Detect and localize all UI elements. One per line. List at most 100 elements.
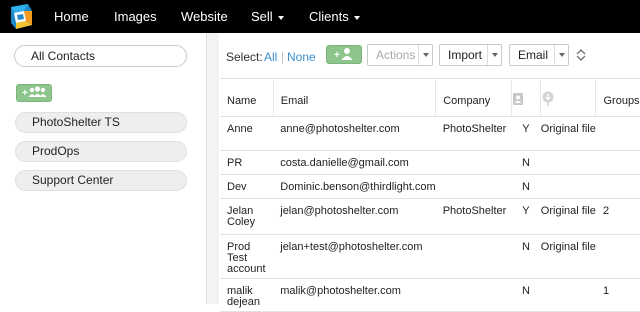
contact-file-type bbox=[540, 278, 596, 312]
contact-name: Dev bbox=[220, 174, 274, 199]
contact-card-icon bbox=[512, 93, 523, 106]
contact-file-type bbox=[540, 150, 596, 175]
contact-name: Anne bbox=[220, 116, 274, 151]
all-contacts-button[interactable]: All Contacts bbox=[14, 45, 187, 67]
table-row[interactable]: Jelan Coley jelan@photoshelter.com Photo… bbox=[220, 198, 640, 235]
contact-flag: Y bbox=[511, 116, 541, 151]
group-item-label: Support Center bbox=[32, 173, 114, 187]
contact-company: PhotoShelter bbox=[435, 116, 512, 151]
contact-file-type bbox=[540, 174, 596, 199]
contact-company bbox=[435, 278, 512, 312]
nav-website-label: Website bbox=[181, 9, 228, 24]
chevron-down-icon bbox=[487, 45, 501, 65]
contacts-toolbar: Select: All | None + Actions Import Emai… bbox=[220, 33, 640, 79]
add-group-icon: + bbox=[22, 86, 47, 99]
select-all-link[interactable]: All bbox=[264, 50, 277, 64]
column-header-groups[interactable]: Groups bbox=[595, 80, 640, 117]
contact-flag: N bbox=[511, 174, 541, 199]
actions-dropdown[interactable]: Actions bbox=[367, 44, 433, 66]
contact-company: PhotoShelter bbox=[435, 198, 512, 235]
nav-images-label: Images bbox=[114, 9, 157, 24]
contact-name: malik dejean bbox=[220, 278, 274, 312]
contacts-table: Name Email Company Groups Anne anne@phot… bbox=[220, 80, 640, 312]
group-item-support-center[interactable]: Support Center bbox=[15, 170, 187, 191]
nav-home-label: Home bbox=[54, 9, 89, 24]
contact-groups: 2 bbox=[595, 198, 640, 235]
contact-file-type: Original file bbox=[540, 116, 596, 151]
contact-flag: Y bbox=[511, 198, 541, 235]
contact-company bbox=[435, 174, 512, 199]
contact-groups bbox=[595, 174, 640, 199]
chevron-down-icon bbox=[353, 15, 360, 20]
table-row[interactable]: PR costa.danielle@gmail.com N bbox=[220, 150, 640, 175]
select-none-link[interactable]: None bbox=[287, 50, 316, 64]
nav-home[interactable]: Home bbox=[54, 9, 89, 24]
table-row[interactable]: Dev Dominic.benson@thirdlight.com N bbox=[220, 174, 640, 199]
photoshelter-logo[interactable] bbox=[8, 3, 34, 31]
sort-icon[interactable] bbox=[576, 48, 586, 62]
chevron-down-icon bbox=[554, 45, 568, 65]
add-contact-icon: + bbox=[334, 48, 353, 61]
email-label: Email bbox=[518, 48, 549, 62]
add-contact-button[interactable]: + bbox=[326, 45, 362, 64]
table-row[interactable]: Anne anne@photoshelter.com PhotoShelter … bbox=[220, 116, 640, 151]
contact-file-type: Original file bbox=[540, 234, 596, 279]
group-item-label: ProdOps bbox=[32, 144, 80, 158]
all-contacts-label: All Contacts bbox=[31, 49, 96, 63]
top-navigation-bar: Home Images Website Sell Clients bbox=[0, 0, 640, 33]
contact-email: jelan@photoshelter.com bbox=[273, 198, 436, 235]
group-item-photoshelter-ts[interactable]: PhotoShelter TS bbox=[15, 112, 187, 133]
column-header-label: Company bbox=[443, 94, 491, 107]
table-header-row: Name Email Company Groups bbox=[220, 80, 640, 117]
column-header-email[interactable]: Email bbox=[273, 80, 437, 117]
svg-text:+: + bbox=[334, 50, 340, 61]
contacts-sidebar bbox=[0, 33, 205, 304]
group-item-prodops[interactable]: ProdOps bbox=[15, 141, 187, 162]
contact-groups bbox=[595, 116, 640, 151]
column-header-contact-card[interactable] bbox=[511, 80, 542, 117]
select-label: Select: bbox=[226, 50, 263, 64]
contact-email: malik@photoshelter.com bbox=[273, 278, 436, 312]
contact-flag: N bbox=[511, 234, 541, 279]
contact-name: Jelan Coley bbox=[220, 198, 274, 235]
column-header-label: Name bbox=[227, 94, 257, 107]
import-label: Import bbox=[448, 48, 483, 62]
column-header-label: Email bbox=[280, 94, 309, 107]
chevron-down-icon bbox=[277, 15, 284, 20]
table-row[interactable]: Prod Test account jelan+test@photoshelte… bbox=[220, 234, 640, 279]
download-icon bbox=[542, 91, 554, 107]
nav-sell-label: Sell bbox=[251, 9, 273, 24]
chevron-down-icon bbox=[418, 45, 432, 65]
column-header-company[interactable]: Company bbox=[435, 80, 512, 117]
contact-company bbox=[435, 150, 512, 175]
actions-label: Actions bbox=[376, 48, 416, 62]
table-row[interactable]: malik dejean malik@photoshelter.com N 1 bbox=[220, 278, 640, 312]
import-dropdown[interactable]: Import bbox=[439, 44, 502, 66]
contact-email: anne@photoshelter.com bbox=[273, 116, 436, 151]
group-item-label: PhotoShelter TS bbox=[32, 115, 120, 129]
contact-email: Dominic.benson@thirdlight.com bbox=[273, 174, 436, 199]
add-group-button[interactable]: + bbox=[16, 84, 52, 102]
contact-groups bbox=[595, 150, 640, 175]
contact-groups bbox=[595, 234, 640, 279]
svg-text:+: + bbox=[22, 88, 28, 99]
select-separator: | bbox=[281, 50, 285, 64]
contact-flag: N bbox=[511, 150, 541, 175]
contacts-main: Select: All | None + Actions Import Emai… bbox=[220, 33, 640, 312]
nav-website[interactable]: Website bbox=[181, 9, 228, 24]
column-header-download[interactable] bbox=[540, 80, 597, 117]
contact-name: Prod Test account bbox=[220, 234, 274, 279]
nav-sell[interactable]: Sell bbox=[251, 9, 284, 24]
contact-flag: N bbox=[511, 278, 541, 312]
contact-name: PR bbox=[220, 150, 274, 175]
contact-groups: 1 bbox=[595, 278, 640, 312]
nav-images[interactable]: Images bbox=[114, 9, 157, 24]
column-header-name[interactable]: Name bbox=[220, 80, 274, 117]
nav-clients[interactable]: Clients bbox=[309, 9, 360, 24]
contact-company bbox=[435, 234, 512, 279]
contact-email: costa.danielle@gmail.com bbox=[273, 150, 436, 175]
email-dropdown[interactable]: Email bbox=[509, 44, 569, 66]
sidebar-divider[interactable] bbox=[206, 33, 219, 304]
contact-email: jelan+test@photoshelter.com bbox=[273, 234, 436, 279]
nav-clients-label: Clients bbox=[309, 9, 349, 24]
